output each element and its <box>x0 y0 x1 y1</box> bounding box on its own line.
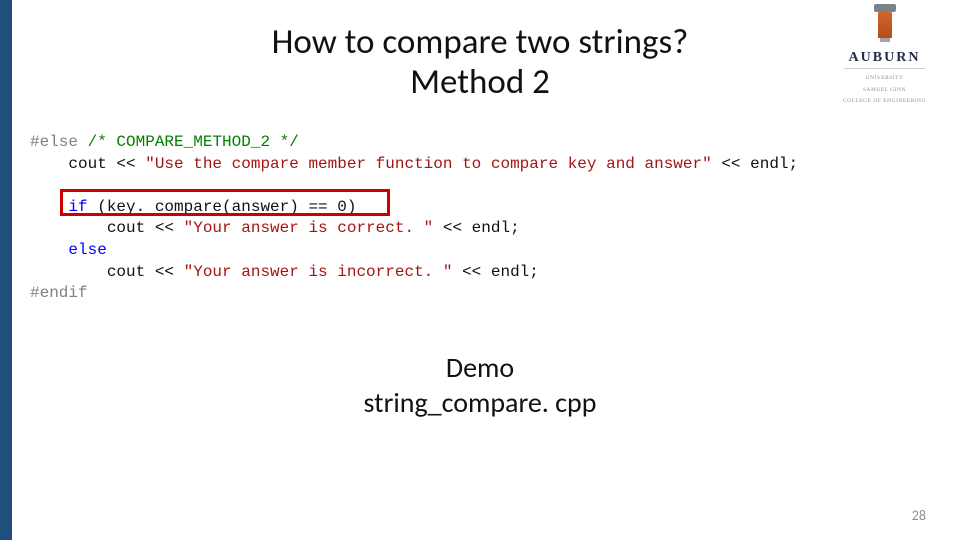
title-line-1: How to compare two strings? <box>272 21 689 63</box>
logo-sub-3: COLLEGE OF ENGINEERING <box>827 98 942 106</box>
code-indent <box>30 241 68 259</box>
code-text: cout << <box>30 155 145 173</box>
demo-caption: Demo string_compare. cpp <box>0 350 960 420</box>
code-string: "Your answer is incorrect. " <box>184 263 453 281</box>
demo-line-1: Demo <box>0 350 960 385</box>
page-number: 28 <box>912 507 926 524</box>
code-text: << endl; <box>712 155 798 173</box>
code-text: << endl; <box>452 263 538 281</box>
logo-name: AUBURN <box>827 50 942 66</box>
code-string: "Use the compare member function to comp… <box>145 155 712 173</box>
demo-line-2: string_compare. cpp <box>0 385 960 420</box>
code-text: << endl; <box>433 219 519 237</box>
slide-title: How to compare two strings? Method 2 <box>0 22 960 103</box>
university-logo: AUBURN UNIVERSITY SAMUEL GINN COLLEGE OF… <box>827 10 942 106</box>
logo-divider <box>844 68 925 69</box>
logo-sub-2: SAMUEL GINN <box>827 87 942 95</box>
code-text: cout << <box>30 219 184 237</box>
code-indent <box>30 198 68 216</box>
code-preproc-endif: #endif <box>30 284 88 302</box>
code-text: cout << <box>30 263 184 281</box>
code-string: "Your answer is correct. " <box>184 219 434 237</box>
code-text: (key. compare(answer) == 0) <box>88 198 357 216</box>
title-line-2: Method 2 <box>0 62 960 102</box>
code-keyword-if: if <box>68 198 87 216</box>
logo-sub-1: UNIVERSITY <box>827 75 942 83</box>
code-preproc-else: #else <box>30 133 78 151</box>
code-snippet: #else /* COMPARE_METHOD_2 */ cout << "Us… <box>30 132 798 305</box>
code-comment: /* COMPARE_METHOD_2 */ <box>78 133 299 151</box>
logo-tower-icon <box>827 10 942 46</box>
code-keyword-else: else <box>68 241 106 259</box>
